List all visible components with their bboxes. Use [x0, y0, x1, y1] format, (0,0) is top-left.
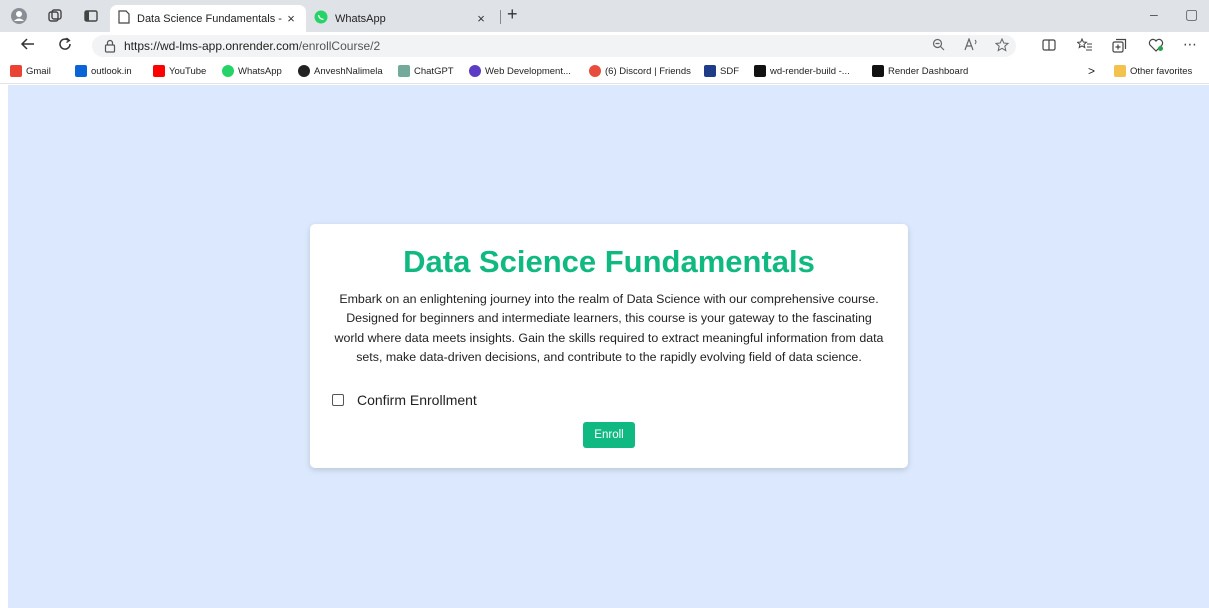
bookmark-chatgpt[interactable]: ChatGPT [398, 65, 454, 77]
vertical-tabs-icon[interactable] [82, 7, 100, 25]
course-description: Embark on an enlightening journey into t… [334, 292, 884, 365]
url-bar[interactable]: https://wd-lms-app.onrender.com/enrollCo… [92, 35, 1016, 57]
confirm-enrollment-label[interactable]: Confirm Enrollment [357, 392, 477, 408]
more-options-icon[interactable]: ⋯ [1183, 36, 1197, 53]
bookmarks-overflow-chevron-icon[interactable]: > [1088, 64, 1095, 78]
browser-essentials-icon[interactable] [1148, 38, 1164, 55]
read-aloud-icon[interactable] [964, 37, 980, 54]
bookmark-label: AnveshNalimela [314, 65, 383, 77]
enroll-button[interactable]: Enroll [583, 422, 635, 448]
other-favorites-folder[interactable]: Other favorites [1114, 65, 1192, 77]
discord-icon [589, 65, 601, 77]
back-arrow-icon[interactable] [20, 36, 36, 57]
bookmark-label: Render Dashboard [888, 65, 969, 77]
course-title: Data Science Fundamentals [403, 244, 815, 279]
tab-separator [500, 10, 501, 24]
close-tab-icon[interactable]: × [474, 11, 488, 26]
new-tab-button[interactable]: + [507, 4, 518, 25]
close-tab-icon[interactable]: × [284, 11, 298, 26]
bookmark-wd-render-build[interactable]: wd-render-build -... [754, 65, 850, 77]
minimize-button[interactable]: – [1150, 6, 1158, 22]
tab-data-science-fundamentals[interactable]: Data Science Fundamentals - Enr × [110, 5, 306, 32]
outlook-icon [75, 65, 87, 77]
sdf-icon [704, 65, 716, 77]
confirm-enrollment[interactable]: Confirm Enrollment [332, 392, 477, 408]
bookmarks-bar: Gmail outlook.in YouTube WhatsApp Anvesh… [0, 60, 1209, 84]
bookmark-web-development[interactable]: Web Development... [469, 65, 571, 77]
bookmark-sdf[interactable]: SDF [704, 65, 739, 77]
url-text[interactable]: https://wd-lms-app.onrender.com/enrollCo… [124, 39, 380, 53]
lock-icon[interactable] [104, 39, 116, 58]
youtube-icon [153, 65, 165, 77]
confirm-enrollment-checkbox[interactable] [332, 394, 344, 406]
refresh-icon[interactable] [57, 36, 73, 57]
bookmark-whatsapp[interactable]: WhatsApp [222, 65, 282, 77]
bookmark-label: WhatsApp [238, 65, 282, 77]
gmail-icon [10, 65, 22, 77]
webdev-icon [469, 65, 481, 77]
zoom-icon[interactable] [932, 38, 945, 54]
tab-title: Data Science Fundamentals - Enr [137, 12, 284, 25]
github-icon [298, 65, 310, 77]
bookmark-youtube[interactable]: YouTube [153, 65, 206, 77]
restore-button[interactable]: ▢ [1185, 6, 1198, 23]
browser-tab-strip: Data Science Fundamentals - Enr × WhatsA… [0, 0, 1209, 32]
favorites-icon[interactable] [1076, 37, 1093, 55]
bookmark-label: Web Development... [485, 65, 571, 77]
profile-icon[interactable] [10, 7, 28, 25]
url-host: https://wd-lms-app.onrender.com [124, 39, 299, 53]
bookmark-discord[interactable]: (6) Discord | Friends [589, 65, 691, 77]
chatgpt-icon [398, 65, 410, 77]
render-icon [872, 65, 884, 77]
collections-icon[interactable] [1112, 38, 1127, 56]
bookmark-outlook[interactable]: outlook.in [75, 65, 132, 77]
whatsapp-icon [222, 65, 234, 77]
url-path: /enrollCourse/2 [298, 39, 381, 53]
bookmark-anveshnalimela[interactable]: AnveshNalimela [298, 65, 383, 77]
other-favorites-label: Other favorites [1130, 65, 1193, 77]
bookmark-label: Gmail [26, 65, 51, 77]
tab-whatsapp[interactable]: WhatsApp × [306, 5, 496, 32]
whatsapp-icon [314, 10, 328, 27]
course-card: Data Science Fundamentals Embark on an e… [310, 224, 908, 468]
bookmark-render-dashboard[interactable]: Render Dashboard [872, 65, 968, 77]
bookmark-label: ChatGPT [414, 65, 454, 77]
bookmark-label: SDF [720, 65, 739, 77]
bookmark-label: wd-render-build -... [770, 65, 850, 77]
folder-icon [1114, 65, 1126, 77]
bookmark-gmail[interactable]: Gmail [10, 65, 51, 77]
split-screen-icon[interactable] [1042, 38, 1056, 55]
workspaces-icon[interactable] [46, 7, 64, 25]
tab-title: WhatsApp [335, 12, 386, 25]
bookmark-label: (6) Discord | Friends [605, 65, 691, 77]
address-bar-row: https://wd-lms-app.onrender.com/enrollCo… [0, 32, 1209, 60]
render-icon [754, 65, 766, 77]
page-icon [118, 10, 130, 27]
favorite-star-icon[interactable] [994, 37, 1010, 55]
page-content: Data Science Fundamentals Embark on an e… [8, 85, 1209, 608]
bookmark-label: YouTube [169, 65, 207, 77]
bookmark-label: outlook.in [91, 65, 132, 77]
